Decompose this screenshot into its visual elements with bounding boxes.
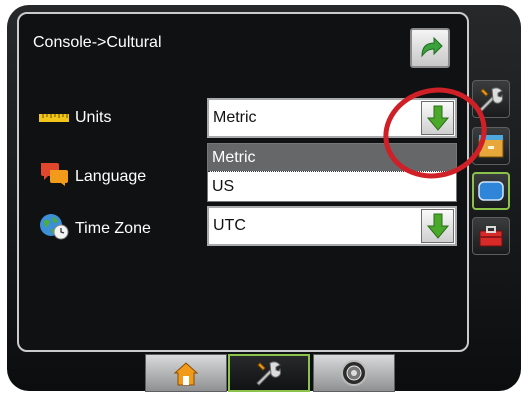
side-tab-display[interactable]	[472, 172, 510, 210]
main-panel: Console->Cultural Units Metric Metric US	[17, 12, 469, 352]
side-tab-toolbox[interactable]	[472, 217, 510, 255]
speech-bubbles-icon	[39, 161, 69, 192]
timezone-dropdown-button[interactable]	[421, 209, 454, 243]
timezone-label: Time Zone	[75, 219, 151, 237]
green-down-arrow-icon	[426, 213, 449, 239]
timezone-row-label: Time Zone	[39, 212, 151, 245]
units-row-label: Units	[39, 109, 111, 127]
timezone-select[interactable]: UTC	[207, 206, 457, 246]
units-label: Units	[75, 109, 112, 126]
timezone-value: UTC	[213, 217, 246, 234]
language-row-label: Language	[39, 161, 146, 192]
bottom-tab-home[interactable]	[145, 354, 227, 392]
tools-icon	[256, 361, 282, 386]
globe-clock-icon	[39, 212, 69, 245]
ruler-icon	[39, 109, 69, 127]
bottom-tab-tools[interactable]	[228, 354, 310, 392]
speedometer-icon	[341, 360, 367, 386]
back-button[interactable]	[410, 28, 450, 68]
home-icon	[173, 362, 199, 386]
language-label: Language	[75, 167, 147, 185]
page-title: Console->Cultural	[33, 34, 162, 51]
return-arrow-icon	[421, 36, 443, 58]
toolbox-icon	[479, 226, 503, 247]
display-icon	[478, 181, 504, 201]
bottom-tab-gauge[interactable]	[313, 354, 395, 392]
